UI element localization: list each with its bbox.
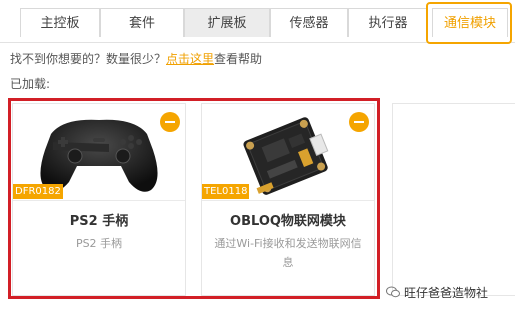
watermark-text: 旺仔爸爸造物社	[404, 286, 489, 300]
help-text: 找不到你想要的？数量很少？	[10, 52, 167, 66]
wechat-icon	[386, 286, 400, 298]
extension-card-placeholder	[392, 103, 515, 296]
tab-kits[interactable]: 套件	[100, 8, 184, 37]
tab-main-board[interactable]: 主控板	[20, 8, 100, 37]
help-suffix: 查看帮助	[214, 52, 263, 66]
watermark: 旺仔爸爸造物社	[386, 284, 488, 301]
help-line: 找不到你想要的？数量很少？点击这里查看帮助	[10, 50, 262, 67]
tab-expansion-board[interactable]: 扩展板	[184, 8, 270, 37]
help-link[interactable]: 点击这里	[166, 52, 214, 66]
loaded-label: 已加载:	[10, 77, 51, 91]
tab-sensors[interactable]: 传感器	[270, 8, 348, 37]
tab-highlight-box	[426, 2, 512, 44]
loaded-cards-highlight-box	[8, 98, 380, 299]
tab-actuators[interactable]: 执行器	[348, 8, 428, 37]
